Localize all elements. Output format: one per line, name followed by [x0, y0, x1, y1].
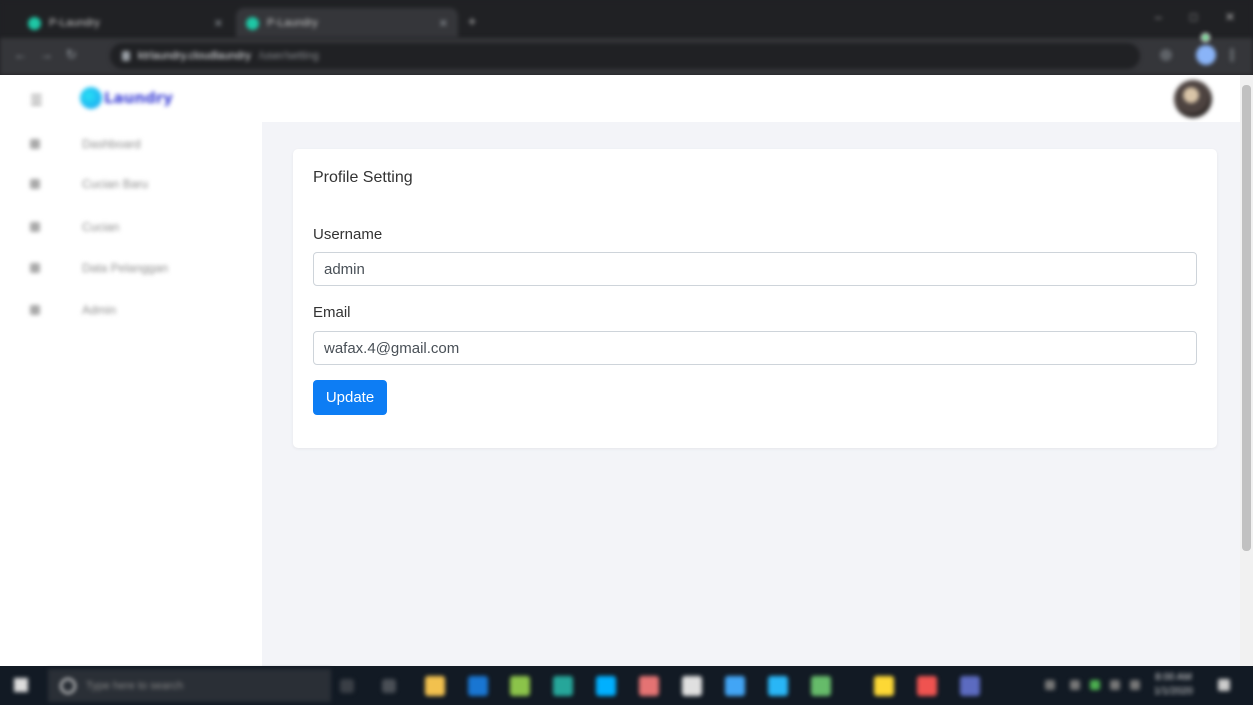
sidebar-item-admin[interactable]: Admin [30, 300, 116, 320]
sidebar-item-label: Cucian Baru [82, 177, 149, 191]
online-status-icon [1201, 33, 1210, 42]
username-input[interactable] [313, 252, 1197, 286]
scrollbar-thumb[interactable] [1242, 85, 1251, 551]
profile-setting-card: Profile Setting Username Email Update [293, 149, 1217, 448]
email-input[interactable] [313, 331, 1197, 365]
clock[interactable]: 8:00 AM 1/1/2020 [1154, 671, 1193, 699]
tray-icon[interactable] [1070, 680, 1080, 690]
star-icon[interactable] [1160, 49, 1172, 61]
back-icon[interactable]: ← [14, 47, 27, 62]
brand-logo-icon [80, 87, 102, 109]
app-icon[interactable] [682, 676, 702, 696]
card-title: Profile Setting [313, 169, 413, 186]
home-icon [30, 139, 40, 149]
close-tab-icon[interactable]: ✕ [439, 17, 448, 30]
sidebar-item-label: Dashboard [82, 137, 141, 151]
app-icon[interactable] [639, 676, 659, 696]
tray-icon[interactable] [1045, 680, 1055, 690]
clock-date: 1/1/2020 [1154, 686, 1193, 697]
notes-icon[interactable] [510, 676, 530, 696]
search-icon [60, 677, 76, 694]
hamburger-icon[interactable]: ☰ [30, 92, 43, 109]
browser-chrome: P-Laundry ✕ P-Laundry ✕ + – □ ✕ ← → ↻ kt… [0, 0, 1253, 75]
sidebar-item-label: Data Pelanggan [82, 261, 169, 275]
lock-icon [122, 51, 130, 61]
app-icon[interactable] [553, 676, 573, 696]
notification-icon[interactable] [1218, 679, 1230, 691]
url-bar[interactable]: ktrlaundry.cloudlaundry /user/setting [110, 43, 1140, 69]
favicon-icon [28, 16, 41, 30]
username-label: Username [313, 226, 383, 243]
tray-icon[interactable] [1110, 680, 1120, 690]
avatar[interactable] [1174, 80, 1212, 118]
menu-dots-icon[interactable] [1230, 48, 1234, 62]
tab-title: P-Laundry [267, 17, 318, 29]
minimize-icon[interactable]: – [1155, 10, 1162, 24]
chrome-icon[interactable] [917, 676, 937, 696]
brand[interactable]: Laundry [80, 87, 173, 109]
update-button[interactable]: Update [313, 380, 387, 415]
close-tab-icon[interactable]: ✕ [214, 17, 223, 30]
taskbar-search[interactable]: Type here to search [48, 669, 331, 702]
basket-icon [30, 179, 40, 189]
app-icon[interactable] [811, 676, 831, 696]
app-icon[interactable] [725, 676, 745, 696]
reload-icon[interactable]: ↻ [66, 47, 77, 63]
windows-start-icon[interactable] [14, 678, 28, 692]
new-tab-button[interactable]: + [468, 13, 476, 29]
sidebar-item-data-pelanggan[interactable]: Data Pelanggan [30, 258, 168, 278]
forward-icon[interactable]: → [40, 47, 53, 62]
task-view-icon[interactable] [340, 679, 354, 693]
close-window-icon[interactable]: ✕ [1225, 10, 1235, 24]
user-icon [30, 305, 40, 315]
email-label: Email [313, 304, 351, 321]
maximize-icon[interactable]: □ [1190, 10, 1197, 24]
users-icon [30, 263, 40, 273]
browser-tab[interactable]: P-Laundry ✕ [18, 8, 233, 38]
edge-icon[interactable] [382, 679, 396, 693]
list-icon [30, 222, 40, 232]
app-icon[interactable] [874, 676, 894, 696]
browser-tab-active[interactable]: P-Laundry ✕ [236, 8, 458, 38]
tab-title: P-Laundry [49, 17, 100, 29]
app-header: ☰ Laundry [0, 75, 1240, 122]
sidebar-item-cucian[interactable]: Cucian [30, 217, 119, 237]
url-path: /user/setting [258, 50, 319, 62]
taskbar: Type here to search 8:00 AM 1/1/2020 [0, 666, 1253, 705]
file-explorer-icon[interactable] [425, 676, 445, 696]
favicon-icon [246, 16, 259, 30]
sidebar-item-cucian-baru[interactable]: Cucian Baru [30, 174, 148, 194]
clock-time: 8:00 AM [1155, 672, 1192, 683]
app-icon[interactable] [596, 676, 616, 696]
taskbar-search-placeholder: Type here to search [86, 679, 184, 692]
sidebar-item-label: Admin [82, 303, 117, 317]
sidebar-item-label: Cucian [82, 220, 120, 234]
tray-icon[interactable] [1130, 680, 1140, 690]
app-icon[interactable] [960, 676, 980, 696]
tray-icon[interactable] [1090, 680, 1100, 690]
profile-icon[interactable] [1196, 45, 1216, 65]
brand-name: Laundry [104, 89, 173, 107]
sidebar: Dashboard Cucian Baru Cucian Data Pelang… [0, 122, 262, 666]
url-host: ktrlaundry.cloudlaundry [138, 50, 251, 62]
sidebar-item-dashboard[interactable]: Dashboard [30, 134, 141, 154]
tab-bar: P-Laundry ✕ P-Laundry ✕ + – □ ✕ [0, 0, 1253, 38]
store-icon[interactable] [468, 676, 488, 696]
app-icon[interactable] [768, 676, 788, 696]
